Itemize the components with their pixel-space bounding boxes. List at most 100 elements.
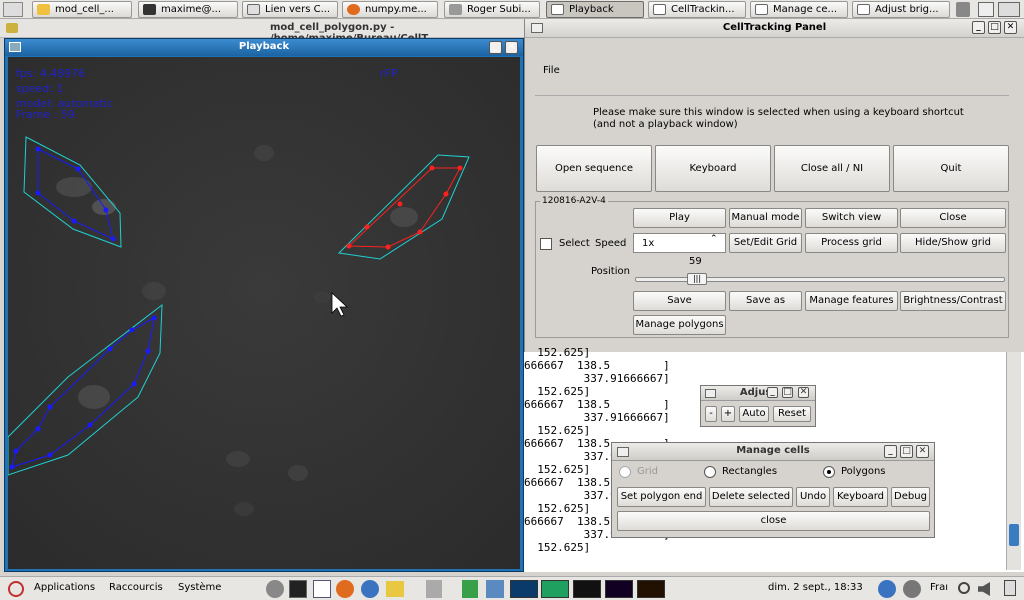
minimize-button[interactable]: _ <box>884 445 897 458</box>
playback-canvas[interactable]: fps: 4.48976 speed: 1 model: automatic F… <box>8 57 520 569</box>
select-checkbox[interactable] <box>540 238 552 250</box>
maximize-button[interactable]: □ <box>900 445 913 458</box>
text-editor-icon[interactable] <box>313 580 331 598</box>
firefox-icon <box>347 4 360 15</box>
clock[interactable]: dim. 2 sept., 18:33 <box>768 582 863 593</box>
polygons-radio[interactable] <box>823 466 835 478</box>
taskbar-item-numpy[interactable]: numpy.me... <box>342 1 438 18</box>
brightness-contrast-button[interactable]: Brightness/Contrast <box>900 291 1006 311</box>
menu-file[interactable]: File <box>543 65 560 76</box>
instructions-text: Please make sure this window is selected… <box>593 107 964 118</box>
workspace-switcher[interactable] <box>998 2 1020 17</box>
network-icon[interactable] <box>486 580 504 598</box>
speed-select[interactable]: 1x ⌃ <box>633 233 726 253</box>
adjust-minus-button[interactable]: - <box>705 406 717 422</box>
window-menu-icon[interactable] <box>531 23 543 33</box>
debug-button[interactable]: Debug <box>891 487 930 507</box>
keyboard-button[interactable]: Keyboard <box>655 145 771 192</box>
terminal-launcher-icon[interactable] <box>289 580 307 598</box>
taskbar-item-lien[interactable]: Lien vers C... <box>242 1 338 18</box>
trash-icon[interactable] <box>956 2 970 17</box>
switch-view-button[interactable]: Switch view <box>805 208 898 228</box>
search-icon[interactable] <box>958 582 970 594</box>
console-line: 152.625] <box>524 385 591 398</box>
window-icon <box>755 4 768 15</box>
position-slider-handle[interactable]: ||| <box>687 273 707 285</box>
show-desktop-icon[interactable] <box>978 2 994 17</box>
position-label: Position <box>591 266 630 277</box>
open-sequence-button[interactable]: Open sequence <box>536 145 652 192</box>
shortcuts-menu[interactable]: Raccourcis <box>109 582 163 593</box>
menubar: File <box>535 41 1009 96</box>
cpu-monitor-icon <box>510 580 538 598</box>
manual-mode-button[interactable]: Manual mode <box>729 208 802 228</box>
rectangles-radio[interactable] <box>704 466 716 478</box>
battery-icon[interactable] <box>1004 580 1016 596</box>
undo-button[interactable]: Undo <box>796 487 830 507</box>
window-menu-icon[interactable] <box>9 42 21 52</box>
quit-button[interactable]: Quit <box>893 145 1009 192</box>
spreadsheet-icon[interactable] <box>462 580 478 598</box>
close-all-button[interactable]: Close all / NI <box>774 145 890 192</box>
manage-polygons-button[interactable]: Manage polygons <box>633 315 726 335</box>
taskbar-item-roger[interactable]: Roger Subi... <box>444 1 540 18</box>
keyboard-button[interactable]: Keyboard <box>833 487 888 507</box>
firefox-launcher-icon[interactable] <box>336 580 354 598</box>
adjust-auto-button[interactable]: Auto <box>739 406 769 422</box>
system-menu[interactable]: Système <box>178 582 221 593</box>
mail-notify-icon[interactable] <box>878 580 896 598</box>
close-manage-cells-button[interactable]: close <box>617 511 930 531</box>
disk-icon[interactable] <box>266 580 284 598</box>
save-as-button[interactable]: Save as <box>729 291 802 311</box>
minimize-button[interactable]: _ <box>972 21 985 34</box>
close-button[interactable]: ✕ <box>1004 21 1017 34</box>
taskbar-item-playback[interactable]: Playback <box>546 1 644 18</box>
minimize-button[interactable]: _ <box>767 387 778 398</box>
taskbar-item-manage-cells[interactable]: Manage ce... <box>750 1 848 18</box>
window-icon <box>857 4 870 15</box>
maximize-button[interactable]: □ <box>988 21 1001 34</box>
taskbar-label: Roger Subi... <box>467 4 531 15</box>
hide-show-grid-button[interactable]: Hide/Show grid <box>900 233 1006 253</box>
save-button[interactable]: Save <box>633 291 726 311</box>
adjust-plus-button[interactable]: + <box>721 406 735 422</box>
minimize-button[interactable]: _ <box>489 41 502 54</box>
manage-features-button[interactable]: Manage features <box>805 291 898 311</box>
console-scrollbar[interactable] <box>1006 352 1021 570</box>
close-button[interactable]: ✕ <box>798 387 809 398</box>
speed-value: 1x <box>642 238 655 249</box>
mail-icon[interactable] <box>361 580 379 598</box>
volume-icon[interactable] <box>978 582 990 596</box>
set-polygon-end-button[interactable]: Set polygon end <box>617 487 706 507</box>
system-menu-icon[interactable] <box>3 2 23 17</box>
disk-notify-icon[interactable] <box>903 580 921 598</box>
delete-selected-button[interactable]: Delete selected <box>709 487 793 507</box>
keyboard-layout[interactable]: Fraı <box>930 582 948 593</box>
maximize-button[interactable]: □ <box>782 387 793 398</box>
window-menu-icon[interactable] <box>6 23 18 33</box>
process-grid-button[interactable]: Process grid <box>805 233 898 253</box>
cell-image[interactable] <box>8 57 520 569</box>
bottom-panel: Applications Raccourcis Système dim. 2 s… <box>0 576 1024 600</box>
applications-menu[interactable]: Applications <box>34 582 95 593</box>
taskbar-item-terminal[interactable]: maxime@... <box>138 1 238 18</box>
play-button[interactable]: Play <box>633 208 726 228</box>
close-button[interactable]: ✕ <box>916 445 929 458</box>
taskbar-item-adjust[interactable]: Adjust brig... <box>852 1 950 18</box>
taskbar-label: Lien vers C... <box>265 4 331 15</box>
cell-blob <box>390 207 418 227</box>
notes-icon[interactable] <box>386 581 404 597</box>
panel-titlebar: CellTracking Panel _ □ ✕ <box>525 19 1024 38</box>
close-button[interactable]: ✕ <box>505 41 518 54</box>
close-sequence-button[interactable]: Close <box>900 208 1006 228</box>
window-menu-icon[interactable] <box>705 389 716 398</box>
adjust-reset-button[interactable]: Reset <box>773 406 811 422</box>
taskbar-item-mod-cell[interactable]: mod_cell_... <box>32 1 132 18</box>
scrollbar-thumb[interactable] <box>1009 524 1019 546</box>
screenshot-icon[interactable] <box>426 580 442 598</box>
spinner-arrows-icon[interactable]: ⌃ <box>710 234 718 244</box>
viewer-icon <box>449 4 462 15</box>
window-menu-icon[interactable] <box>617 447 629 457</box>
taskbar-item-celltracking[interactable]: CellTrackin... <box>648 1 746 18</box>
set-edit-grid-button[interactable]: Set/Edit Grid <box>729 233 802 253</box>
